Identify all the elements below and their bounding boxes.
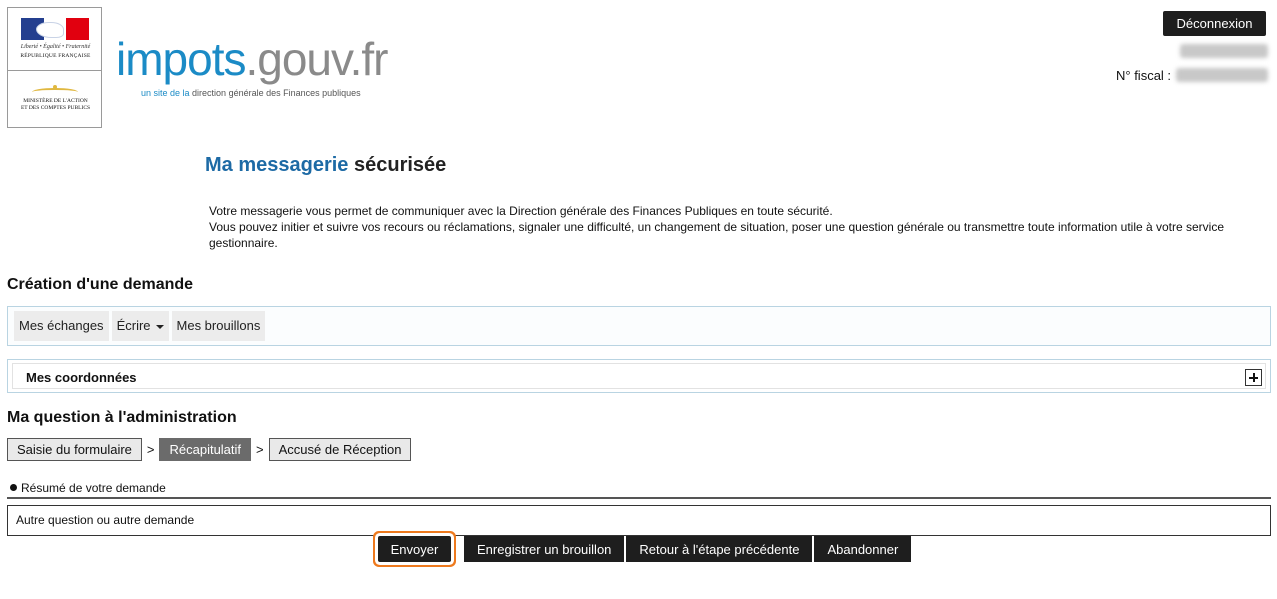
marianne-logo: Liberté • Égalité • Fraternité RÉPUBLIQU… — [8, 8, 101, 71]
brand-part-1: impots — [116, 33, 246, 85]
motto-text: Liberté • Égalité • Fraternité — [20, 44, 91, 50]
bullet-icon — [10, 484, 17, 491]
tricolor-flag-icon — [21, 18, 90, 40]
coordinates-label: Mes coordonnées — [26, 370, 137, 385]
intro-text: Votre messagerie vous permet de communiq… — [209, 203, 1249, 251]
ministry-logo: MINISTÈRE DE L'ACTION ET DES COMPTES PUB… — [8, 71, 101, 128]
step-separator: > — [256, 442, 264, 457]
previous-step-button[interactable]: Retour à l'étape précédente — [626, 536, 813, 562]
divider — [7, 497, 1271, 499]
nav-write-dropdown[interactable]: Écrire — [111, 311, 169, 341]
summary-value: Autre question ou autre demande — [7, 505, 1271, 536]
form-actions: Envoyer Enregistrer un brouillon Retour … — [378, 536, 913, 562]
nav-my-exchanges[interactable]: Mes échanges — [14, 311, 109, 341]
intro-line-1: Votre messagerie vous permet de communiq… — [209, 204, 833, 218]
page-title: Ma messagerie sécurisée — [205, 154, 446, 177]
nav-my-exchanges-label: Mes échanges — [19, 318, 104, 333]
nav-write-label: Écrire — [116, 318, 151, 333]
coordinates-panel: Mes coordonnées — [7, 359, 1271, 393]
question-heading: Ma question à l'administration — [7, 409, 237, 426]
caret-down-icon — [155, 324, 164, 329]
brand-part-2: .gouv.fr — [245, 33, 388, 85]
nav-my-drafts-label: Mes brouillons — [176, 318, 261, 333]
messaging-nav: Mes échanges Écrire Mes brouillons — [7, 306, 1271, 346]
coordinates-panel-header[interactable]: Mes coordonnées — [12, 363, 1266, 389]
tagline-prefix: un site de la — [141, 88, 190, 98]
step-form-entry[interactable]: Saisie du formulaire — [7, 438, 142, 461]
republique-francaise-logo: Liberté • Égalité • Fraternité RÉPUBLIQU… — [7, 7, 102, 128]
step-separator: > — [146, 442, 155, 457]
nav-my-drafts[interactable]: Mes brouillons — [171, 311, 266, 341]
step-summary[interactable]: Récapitulatif — [159, 438, 252, 461]
ministry-line-2: ET DES COMPTES PUBLICS — [20, 105, 91, 111]
step-acknowledgement[interactable]: Accusé de Réception — [268, 438, 412, 461]
summary-heading-label: Résumé de votre demande — [21, 481, 166, 495]
summary-heading: Résumé de votre demande — [10, 481, 166, 495]
republic-text: RÉPUBLIQUE FRANÇAISE — [20, 53, 91, 59]
page-title-part-1: Ma messagerie — [205, 154, 349, 176]
tagline-rest: direction générale des Finances publique… — [189, 88, 361, 98]
intro-line-2: Vous pouvez initier et suivre vos recour… — [209, 220, 1225, 250]
save-draft-button[interactable]: Enregistrer un brouillon — [464, 536, 625, 562]
send-button[interactable]: Envoyer — [378, 536, 451, 562]
logout-button[interactable]: Déconnexion — [1163, 11, 1266, 36]
step-tracker: Saisie du formulaire > Récapitulatif > A… — [7, 438, 412, 461]
fiscal-number-label: N° fiscal : — [1116, 68, 1172, 83]
redacted-user-name — [1180, 44, 1268, 58]
page-title-part-2: sécurisée — [348, 154, 447, 176]
ministry-text: MINISTÈRE DE L'ACTION ET DES COMPTES PUB… — [10, 98, 101, 112]
brand-tagline: un site de la direction générale des Fin… — [141, 88, 361, 98]
ministry-line-1: MINISTÈRE DE L'ACTION — [23, 98, 88, 104]
ministry-arc-icon — [32, 88, 78, 96]
redacted-fiscal-number — [1176, 68, 1268, 82]
expand-plus-icon[interactable] — [1245, 369, 1262, 386]
creation-heading: Création d'une demande — [7, 276, 194, 293]
abandon-button[interactable]: Abandonner — [814, 536, 912, 562]
site-brand[interactable]: impots.gouv.fr — [116, 33, 388, 85]
